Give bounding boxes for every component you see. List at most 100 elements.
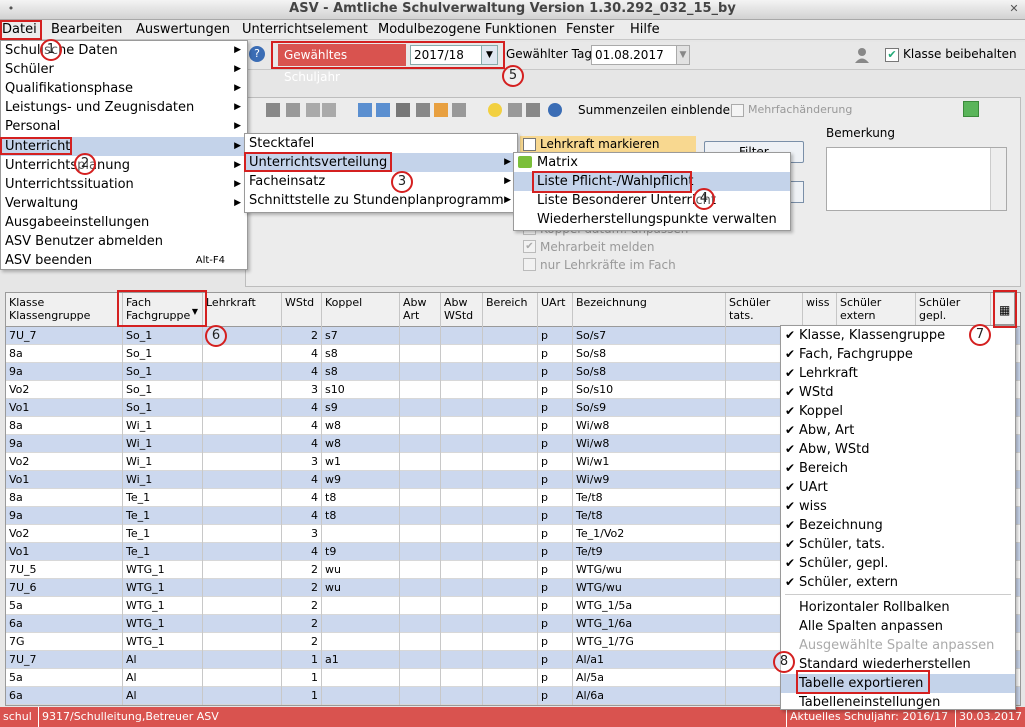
column-toggle-item[interactable]: ✔ Koppel xyxy=(781,402,1015,421)
table-cell xyxy=(441,489,483,507)
menu-modulbezogene-funktionen[interactable]: Modulbezogene Funktionen xyxy=(378,22,557,37)
person-icon[interactable] xyxy=(853,46,871,64)
menu-hilfe[interactable]: Hilfe xyxy=(630,22,660,37)
date-dropdown-icon[interactable]: ▼ xyxy=(676,45,690,65)
column-toggle-item[interactable]: ✔ wiss xyxy=(781,497,1015,516)
datei-item-label: Leistungs- und Zeugnisdaten xyxy=(5,100,195,116)
back-arrow-icon[interactable] xyxy=(266,103,280,117)
table-cell: t8 xyxy=(322,489,400,507)
klasse-beibehalten-checkbox[interactable]: ✔ xyxy=(885,48,899,62)
unterricht-item[interactable]: Stecktafel xyxy=(245,134,517,153)
datei-item[interactable]: Qualifikationsphase ▶ xyxy=(1,79,247,98)
column-action-item[interactable]: Tabelleneinstellungen xyxy=(781,693,1015,712)
unterricht-item[interactable]: Schnittstelle zu Stundenplanprogramm ▶ xyxy=(245,191,517,210)
lightbulb-icon[interactable] xyxy=(488,103,502,117)
verteilung-item[interactable]: Liste Besonderer Unterricht xyxy=(514,191,790,210)
tag-input[interactable]: 01.08.2017 xyxy=(591,45,677,65)
column-header[interactable]: Schüler tats. xyxy=(726,293,803,327)
column-header[interactable]: wiss xyxy=(803,293,837,327)
datei-item[interactable]: ASV beenden Alt-F4 xyxy=(1,251,247,270)
menu-bearbeiten[interactable]: Bearbeiten xyxy=(51,22,122,37)
datei-item[interactable]: Leistungs- und Zeugnisdaten ▶ xyxy=(1,98,247,117)
column-header[interactable]: Lehrkraft xyxy=(203,293,282,327)
column-toggle-item[interactable]: ✔ Schüler, extern xyxy=(781,573,1015,592)
table-cell: 2 xyxy=(282,633,322,651)
column-toggle-item[interactable]: ✔ UArt xyxy=(781,478,1015,497)
column-header[interactable]: Abw WStd xyxy=(441,293,483,327)
column-toggle-label: Koppel xyxy=(799,404,843,419)
column-toggle-item[interactable]: ✔ Schüler, gepl. xyxy=(781,554,1015,573)
verteilung-item[interactable]: Wiederherstellungspunkte verwalten xyxy=(514,210,790,229)
column-toggle-item[interactable]: ✔ Schüler, tats. xyxy=(781,535,1015,554)
datei-item[interactable]: Verwaltung ▶ xyxy=(1,194,247,213)
paste-icon[interactable] xyxy=(322,103,336,117)
datei-item[interactable]: Schüler ▶ xyxy=(1,60,247,79)
table-cell xyxy=(322,615,400,633)
users-icon[interactable] xyxy=(376,103,390,117)
column-header[interactable]: WStd xyxy=(282,293,322,327)
menu-unterrichtselement[interactable]: Unterrichtselement xyxy=(242,22,368,37)
brush-icon[interactable] xyxy=(434,103,448,117)
lehrkraft-markieren-checkbox[interactable] xyxy=(523,138,536,151)
column-toggle-item[interactable]: ✔ Fach, Fachgruppe xyxy=(781,345,1015,364)
column-header-label: Lehrkraft xyxy=(206,296,256,309)
window-menu-icon[interactable]: • xyxy=(3,2,19,16)
matrix-icon xyxy=(518,156,532,168)
annotation-box xyxy=(244,152,392,172)
column-header[interactable]: Schüler gepl. xyxy=(916,293,991,327)
column-toggle-label: Schüler, extern xyxy=(799,575,899,590)
column-action-item[interactable]: Horizontaler Rollbalken xyxy=(781,598,1015,617)
column-toggle-item[interactable]: ✔ Bereich xyxy=(781,459,1015,478)
table-cell: 3 xyxy=(282,525,322,543)
help-icon[interactable]: ? xyxy=(249,46,265,62)
menu-fenster[interactable]: Fenster xyxy=(566,22,614,37)
column-toggle-item[interactable]: ✔ Abw, Art xyxy=(781,421,1015,440)
datei-item[interactable]: Unterrichtsplanung ▶ xyxy=(1,156,247,175)
datei-item[interactable]: Unterrichtssituation ▶ xyxy=(1,175,247,194)
table-cell: So/s8 xyxy=(573,363,726,381)
link-icon[interactable] xyxy=(508,103,522,117)
menu-auswertungen[interactable]: Auswertungen xyxy=(136,22,230,37)
column-toggle-label: Abw, Art xyxy=(799,423,855,438)
table-cell: Te_1 xyxy=(123,525,203,543)
column-toggle-item[interactable]: ✔ Abw, WStd xyxy=(781,440,1015,459)
refresh-icon[interactable] xyxy=(963,101,979,117)
table-cell: WTG_1/5a xyxy=(573,597,726,615)
column-header[interactable]: Bereich xyxy=(483,293,538,327)
unterricht-item[interactable]: Facheinsatz ▶ xyxy=(245,172,517,191)
bemerkung-scrollbar[interactable] xyxy=(990,148,1006,210)
table-cell xyxy=(441,651,483,669)
datei-item[interactable]: Schulische Daten ▶ xyxy=(1,41,247,60)
summenzeilen-checkbox[interactable] xyxy=(731,104,744,117)
lehrkraft-markieren[interactable]: Lehrkraft markieren xyxy=(520,136,696,152)
nur-lehrkraefte-checkbox[interactable] xyxy=(523,258,536,271)
column-action-item[interactable]: Alle Spalten anpassen xyxy=(781,617,1015,636)
datei-item[interactable]: Personal ▶ xyxy=(1,117,247,136)
checkmark-icon: ✔ xyxy=(785,423,796,437)
column-header[interactable]: UArt xyxy=(538,293,573,327)
verteilung-item[interactable]: Matrix xyxy=(514,153,790,172)
puzzle-icon[interactable] xyxy=(526,103,540,117)
scissors-icon[interactable] xyxy=(286,103,300,117)
column-header[interactable]: Abw Art xyxy=(400,293,441,327)
table-cell xyxy=(400,597,441,615)
column-header[interactable]: Koppel xyxy=(322,293,400,327)
eye-icon[interactable] xyxy=(416,103,430,117)
close-window-button[interactable]: ✕ xyxy=(1006,2,1022,16)
info-icon[interactable] xyxy=(548,103,562,117)
column-toggle-item[interactable]: ✔ WStd xyxy=(781,383,1015,402)
copy-icon[interactable] xyxy=(306,103,320,117)
column-toggle-item[interactable]: ✔ Bezeichnung xyxy=(781,516,1015,535)
datei-item[interactable]: ASV Benutzer abmelden xyxy=(1,232,247,251)
bemerkung-textarea[interactable] xyxy=(826,147,1007,211)
print-icon[interactable] xyxy=(396,103,410,117)
column-toggle-item[interactable]: ✔ Lehrkraft xyxy=(781,364,1015,383)
mehrarbeit-checkbox[interactable]: ✔ xyxy=(523,240,536,253)
column-header[interactable]: Schüler extern xyxy=(837,293,916,327)
column-header[interactable]: Klasse Klassengruppe xyxy=(6,293,123,327)
column-header[interactable]: Bezeichnung xyxy=(573,293,726,327)
edit-icon[interactable] xyxy=(358,103,372,117)
chevron-right-icon: ▶ xyxy=(234,121,241,132)
datei-item[interactable]: Ausgabeeinstellungen xyxy=(1,213,247,232)
wrench-icon[interactable] xyxy=(452,103,466,117)
